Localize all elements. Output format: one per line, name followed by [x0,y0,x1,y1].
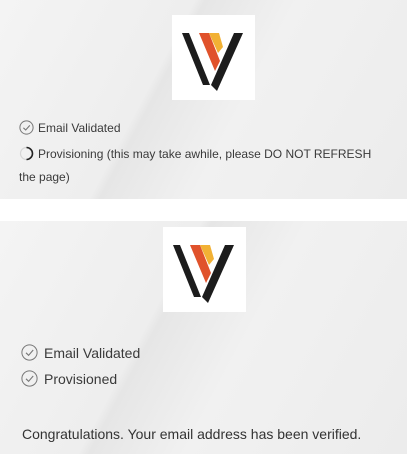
check-circle-icon [21,344,38,361]
spinner-icon [19,146,34,161]
step-label: Provisioning (this may take awhile, plea… [38,146,372,161]
step-provisioning: Provisioning (this may take awhile, plea… [19,146,371,161]
step-label: Email Validated [38,120,121,135]
check-circle-icon [21,370,38,387]
brand-v-logo-icon [182,33,243,91]
provisioning-panel: Email Validated Provisioning (this may t… [0,0,407,199]
step-email-validated: Email Validated [21,344,140,361]
step-provisioned: Provisioned [21,370,117,387]
brand-logo [163,227,246,312]
check-circle-icon [19,120,34,135]
brand-logo [172,15,255,100]
step-label-continuation: the page) [19,170,70,184]
verification-complete-panel: Email Validated Provisioned Congratulati… [0,221,407,454]
step-email-validated: Email Validated [19,120,121,135]
step-label: Provisioned [44,370,118,387]
brand-v-logo-icon [173,245,234,303]
step-label: Email Validated [44,344,141,361]
success-message: Congratulations. Your email address has … [22,426,362,442]
